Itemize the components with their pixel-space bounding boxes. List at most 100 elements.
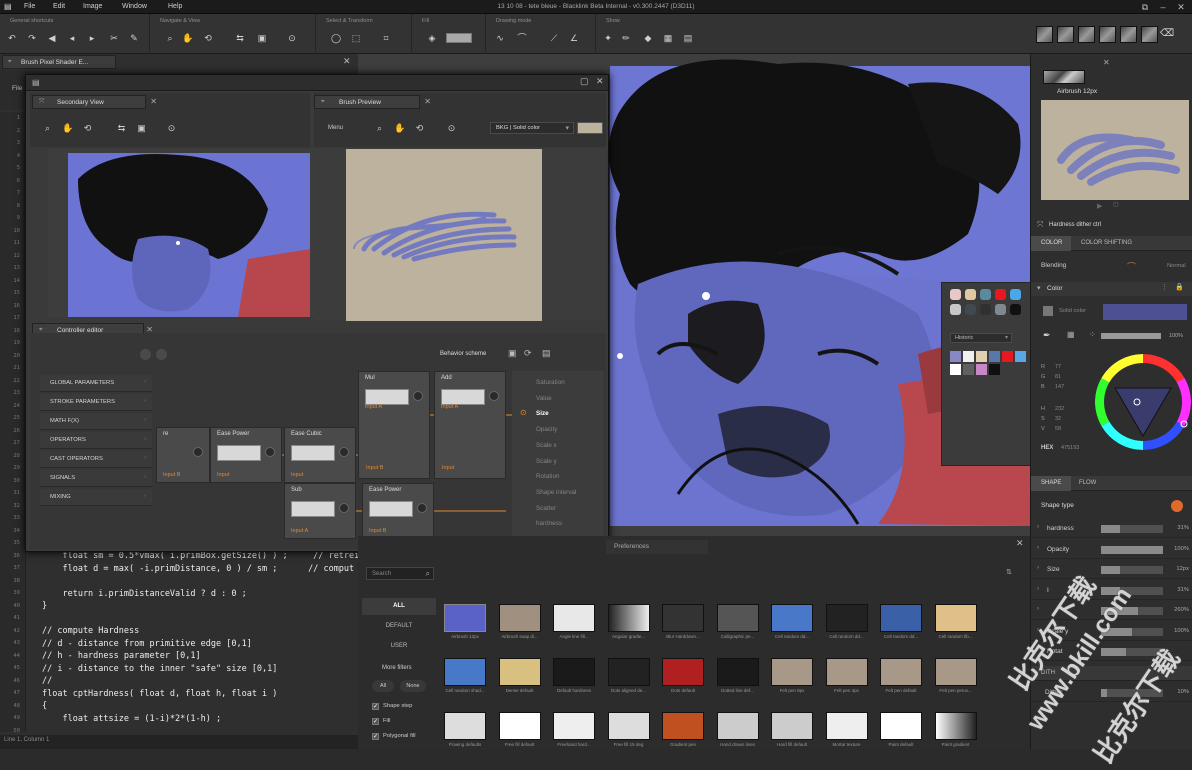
view-reset-icon[interactable]: ⊙ (286, 32, 298, 44)
graph-node[interactable]: Ease Cubic Input (284, 427, 356, 483)
output-slot[interactable]: Scale x (536, 442, 557, 449)
prev-icon[interactable]: ◀ (46, 32, 58, 44)
layers-icon[interactable]: ◆ (642, 32, 654, 44)
minimize-icon[interactable]: – (1156, 1, 1170, 13)
menu-window[interactable]: Window (122, 3, 147, 10)
undo-icon[interactable]: ↶ (6, 32, 18, 44)
filter-checkbox[interactable]: ✓ (372, 718, 379, 725)
code-line[interactable]: } (42, 601, 47, 611)
secondary-view-image[interactable] (48, 149, 320, 317)
param-category[interactable]: SIGNALS › (40, 470, 152, 487)
nav-forward-icon[interactable] (156, 349, 167, 360)
fill-icon[interactable]: ◈ (426, 32, 438, 44)
nav-back-icon[interactable] (140, 349, 151, 360)
param-category[interactable]: OPERATORS › (40, 432, 152, 449)
code-line[interactable]: float attsize = (1-i)*2*(1-h) ; (42, 714, 221, 724)
brush-thumbnail[interactable] (771, 604, 813, 632)
current-brush-thumb[interactable] (1043, 70, 1085, 84)
tab-preferences[interactable]: Preferences (606, 540, 708, 554)
pan-icon[interactable]: ✋ (182, 32, 194, 44)
history-swatch[interactable] (976, 351, 987, 362)
graph-node[interactable]: Ease Power Input B (362, 483, 434, 539)
shape-param-row[interactable]: › Opacity 100% (1031, 541, 1192, 559)
editor-close-icon[interactable]: ✕ (343, 56, 351, 67)
tab-color-shifting[interactable]: COLOR SHIFTING (1081, 240, 1132, 246)
zoom-icon[interactable]: ⌕ (374, 123, 385, 134)
palette-swatch[interactable] (950, 289, 961, 300)
brush-thumbnail[interactable] (498, 658, 541, 686)
menu-file[interactable]: File (24, 3, 35, 10)
brush-thumbnail[interactable] (662, 712, 704, 740)
output-slot[interactable]: Value (536, 395, 552, 402)
code-line[interactable]: // h - hardness parameter [0,1] (42, 651, 201, 661)
code-line[interactable]: { (42, 701, 47, 711)
output-slot[interactable]: Size (536, 410, 549, 417)
brush-thumbnail[interactable] (716, 658, 759, 686)
graph-node[interactable]: Sub Input A (284, 483, 356, 539)
history-swatch[interactable] (950, 364, 961, 375)
library-category[interactable]: DEFAULT (362, 618, 436, 635)
grid-icon[interactable]: ▦ (662, 32, 674, 44)
palette-swatch[interactable] (950, 304, 961, 315)
shape-param-row[interactable]: › Size 12px (1031, 561, 1192, 579)
bezier-icon[interactable]: ⌒ (516, 32, 528, 44)
output-slot[interactable]: Opacity (536, 426, 557, 433)
angle-icon[interactable]: ∠ (568, 32, 580, 44)
brush-show-icon[interactable]: ✦ (602, 32, 614, 44)
folder-icon[interactable]: ▣ (508, 348, 517, 359)
tab-brush-preview[interactable]: ⌖ Brush Preview ✕ (314, 95, 431, 109)
menu-help[interactable]: Help (168, 3, 182, 10)
flip-icon[interactable]: ⇆ (116, 123, 127, 134)
rotate-view-icon[interactable]: ⟲ (202, 32, 214, 44)
shape-param-row[interactable]: › hardness 31% (1031, 520, 1192, 538)
menu-edit[interactable]: Edit (53, 3, 65, 10)
history-swatch[interactable] (963, 364, 974, 375)
filter-checkbox[interactable]: ✓ (372, 703, 379, 710)
code-line[interactable]: float cptHardness( float d, float h, flo… (42, 689, 277, 699)
node-knob[interactable] (193, 447, 203, 457)
param-category[interactable]: CAST OPERATORS › (40, 451, 152, 468)
param-category[interactable]: MIXING › (40, 489, 152, 506)
grid-small-icon[interactable]: ▦ (1067, 330, 1075, 339)
brush-thumbnail[interactable] (825, 658, 868, 686)
node-knob[interactable] (265, 447, 275, 457)
brush-thumbnail[interactable] (934, 658, 977, 686)
brush-thumbnail[interactable] (880, 604, 922, 632)
browser-close-icon[interactable]: ✕ (1016, 538, 1024, 549)
palette-swatch[interactable] (980, 289, 991, 300)
brush-thumbnail[interactable] (607, 604, 650, 632)
brush-thumbnail[interactable] (553, 604, 595, 632)
library-category[interactable]: USER (362, 638, 436, 655)
bkg-color-swatch[interactable] (577, 122, 603, 134)
brush-thumbnail[interactable] (771, 712, 813, 740)
view-reset-icon[interactable]: ⊙ (446, 123, 457, 134)
rgb-value[interactable]: 77 (1055, 364, 1061, 370)
code-line[interactable]: return i.primDistanceValid ? d : 0 ; (42, 589, 246, 599)
zoom-icon[interactable]: ⌕ (42, 123, 53, 134)
fit-icon[interactable]: ▣ (136, 123, 147, 134)
brush-slot[interactable] (1036, 26, 1053, 43)
node-knob[interactable] (339, 447, 349, 457)
brush-slot[interactable] (1099, 26, 1116, 43)
rgb-value[interactable]: 147 (1055, 384, 1064, 390)
pen-icon[interactable]: ✎ (128, 32, 140, 44)
library-search-input[interactable]: Search ⌕ (366, 567, 434, 580)
code-line[interactable]: // (42, 676, 52, 686)
param-category[interactable]: STROKE PARAMETERS › (40, 394, 152, 411)
rotate-view-icon[interactable]: ⟲ (414, 123, 425, 134)
refresh-icon[interactable]: ⟳ (524, 348, 532, 359)
node-knob[interactable] (489, 391, 499, 401)
brush-thumbnail[interactable] (716, 712, 759, 740)
zoom-icon[interactable]: ⌕ (164, 32, 176, 44)
history-swatch[interactable] (963, 351, 974, 362)
brush-thumbnail[interactable] (553, 658, 595, 686)
tab-close-icon[interactable]: ✕ (150, 97, 157, 106)
history-swatch[interactable] (950, 351, 961, 362)
node-knob[interactable] (413, 391, 423, 401)
brush-thumbnail[interactable] (771, 658, 813, 686)
graph-node[interactable]: Add Input A (434, 371, 506, 479)
restore-icon[interactable]: ⧉ (1138, 1, 1152, 13)
tab-secondary-view[interactable]: ⤧ Secondary View ✕ (32, 95, 157, 109)
lasso-icon[interactable]: ◯ (330, 32, 342, 44)
save-icon[interactable]: ▤ (542, 348, 551, 359)
